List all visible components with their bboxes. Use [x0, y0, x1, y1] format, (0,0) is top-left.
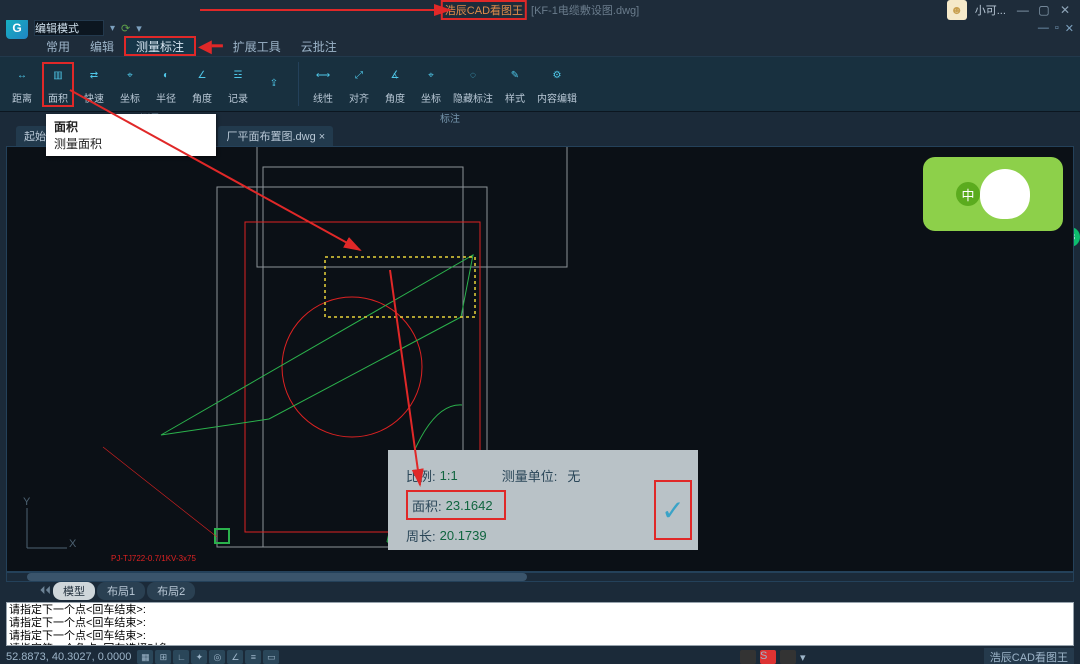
mascot-widget[interactable]: 中	[923, 157, 1063, 231]
confirm-button[interactable]: ✓	[654, 480, 692, 540]
aligned-icon: ⤢	[347, 64, 371, 88]
mascot-character-icon	[980, 169, 1030, 219]
area-label: 面积:	[412, 496, 442, 515]
status-brand: 浩辰CAD看图王	[984, 648, 1074, 664]
menu-highlight-arrow-icon: ◀━	[198, 36, 223, 57]
ribbon-angle2[interactable]: ∡角度	[379, 64, 411, 105]
qa-more-icon[interactable]: ▾	[136, 22, 142, 35]
status-toggles[interactable]: ▦ ⊞ ∟ ✦ ◎ ∠ ≡ ▭	[137, 650, 279, 664]
ribbon-coord[interactable]: ⌖坐标	[114, 64, 146, 105]
menu-common[interactable]: 常用	[36, 36, 80, 56]
minimize-button[interactable]: —	[1014, 3, 1032, 17]
tooltip-desc: 测量面积	[54, 137, 102, 151]
record-icon: ☲	[226, 64, 250, 88]
qa-refresh-icon[interactable]: ⟳	[121, 22, 130, 35]
avatar[interactable]: ☻	[947, 0, 967, 20]
ribbon-hide-dim[interactable]: ◌隐藏标注	[451, 64, 495, 105]
user-name[interactable]: 小可...	[975, 2, 1006, 18]
tab-model[interactable]: 模型	[53, 582, 95, 600]
hide-icon: ◌	[461, 64, 485, 88]
dimension-text: PJ-TJ722-0.7/1KV-3x75	[111, 554, 196, 563]
area-tooltip: 面积 测量面积	[46, 114, 216, 156]
status-dot1-icon[interactable]	[740, 650, 756, 664]
edit-content-icon: ⚙	[545, 64, 569, 88]
mascot-label: 中	[956, 182, 980, 206]
status-coords: 52.8873, 40.3027, 0.0000	[6, 651, 131, 663]
tabs-prev-icon[interactable]: ⏴⏴	[40, 585, 51, 598]
perim-value: 20.1739	[440, 528, 487, 543]
menu-edit[interactable]: 编辑	[80, 36, 124, 56]
maximize-button[interactable]: ▢	[1035, 3, 1053, 17]
area-value: 23.1642	[446, 498, 493, 513]
toggle-snap-icon[interactable]: ⊞	[155, 650, 171, 664]
close-button[interactable]: ✕	[1056, 3, 1074, 17]
status-dot2-icon[interactable]: S	[760, 650, 776, 664]
style-icon: ✎	[503, 64, 527, 88]
ribbon-linear[interactable]: ⟷线性	[307, 64, 339, 105]
status-dropdown-icon[interactable]: ▾	[800, 651, 806, 664]
ribbon-radius[interactable]: ◐半径	[150, 64, 182, 105]
ribbon-area[interactable]: ▥面积	[42, 62, 74, 107]
angle2-icon: ∡	[383, 64, 407, 88]
panel-label-dimension: 标注	[440, 110, 460, 125]
unit-value: 无	[567, 466, 580, 485]
toggle-polar-icon[interactable]: ✦	[191, 650, 207, 664]
coord2-icon: ⌖	[419, 64, 443, 88]
ribbon-aligned[interactable]: ⤢对齐	[343, 64, 375, 105]
window-close-icon[interactable]: ✕	[1065, 22, 1074, 35]
toggle-otrack-icon[interactable]: ∠	[227, 650, 243, 664]
export-icon: ⇪	[262, 71, 286, 95]
toggle-grid-icon[interactable]: ▦	[137, 650, 153, 664]
ribbon-angle[interactable]: ∠角度	[186, 64, 218, 105]
area-icon: ▥	[46, 64, 70, 88]
command-window[interactable]: 请指定下一个点<回车结束>: 请指定下一个点<回车结束>: 请指定下一个点<回车…	[6, 602, 1074, 646]
ribbon-export[interactable]: ⇪	[258, 71, 290, 97]
ucs-axis: Y X	[17, 498, 77, 561]
ruler-icon: ↔	[10, 64, 34, 88]
measure-result-panel: 比例: 1:1 测量单位: 无 面积: 23.1642 周长: 20.1739 …	[388, 450, 698, 550]
ribbon-quick[interactable]: ⇄快速	[78, 64, 110, 105]
doc-tab-file2[interactable]: 厂平面布置图.dwg ×	[218, 126, 333, 146]
ribbon-style[interactable]: ✎样式	[499, 64, 531, 105]
menu-tools[interactable]: 扩展工具	[223, 36, 291, 56]
angle-icon: ∠	[190, 64, 214, 88]
ribbon-distance[interactable]: ↔距离	[6, 64, 38, 105]
perim-label: 周长:	[406, 526, 436, 545]
ribbon-record[interactable]: ☲记录	[222, 64, 254, 105]
app-title: 浩辰CAD看图王	[441, 0, 527, 20]
scale-value: 1:1	[440, 468, 458, 483]
status-dot3-icon[interactable]	[780, 650, 796, 664]
menu-measure[interactable]: 测量标注	[124, 36, 196, 56]
tab-layout2[interactable]: 布局2	[147, 582, 195, 600]
ribbon-edit-content[interactable]: ⚙内容编辑	[535, 64, 579, 105]
unit-label: 测量单位:	[502, 466, 558, 485]
tooltip-title: 面积	[54, 120, 78, 134]
coord-icon: ⌖	[118, 64, 142, 88]
toggle-osnap-icon[interactable]: ◎	[209, 650, 225, 664]
toggle-dyn-icon[interactable]: ▭	[263, 650, 279, 664]
mode-select[interactable]	[34, 20, 104, 36]
ribbon-coord2[interactable]: ⌖坐标	[415, 64, 447, 105]
quick-icon: ⇄	[82, 64, 106, 88]
ribbon-separator	[298, 62, 299, 106]
menu-cloud[interactable]: 云批注	[291, 36, 347, 56]
linear-icon: ⟷	[311, 64, 335, 88]
toggle-ortho-icon[interactable]: ∟	[173, 650, 189, 664]
scale-label: 比例:	[406, 466, 436, 485]
mode-dropdown-icon[interactable]: ▾	[110, 23, 115, 34]
file-name: [KF-1电缆敷设图.dwg]	[531, 2, 639, 18]
tab-layout1[interactable]: 布局1	[97, 582, 145, 600]
window-min-icon[interactable]: —	[1038, 22, 1049, 35]
toggle-lwt-icon[interactable]: ≡	[245, 650, 261, 664]
app-logo[interactable]: G	[6, 17, 28, 39]
window-restore-icon[interactable]: ▫	[1055, 22, 1059, 35]
radius-icon: ◐	[154, 64, 178, 88]
horizontal-scrollbar[interactable]	[6, 572, 1074, 582]
